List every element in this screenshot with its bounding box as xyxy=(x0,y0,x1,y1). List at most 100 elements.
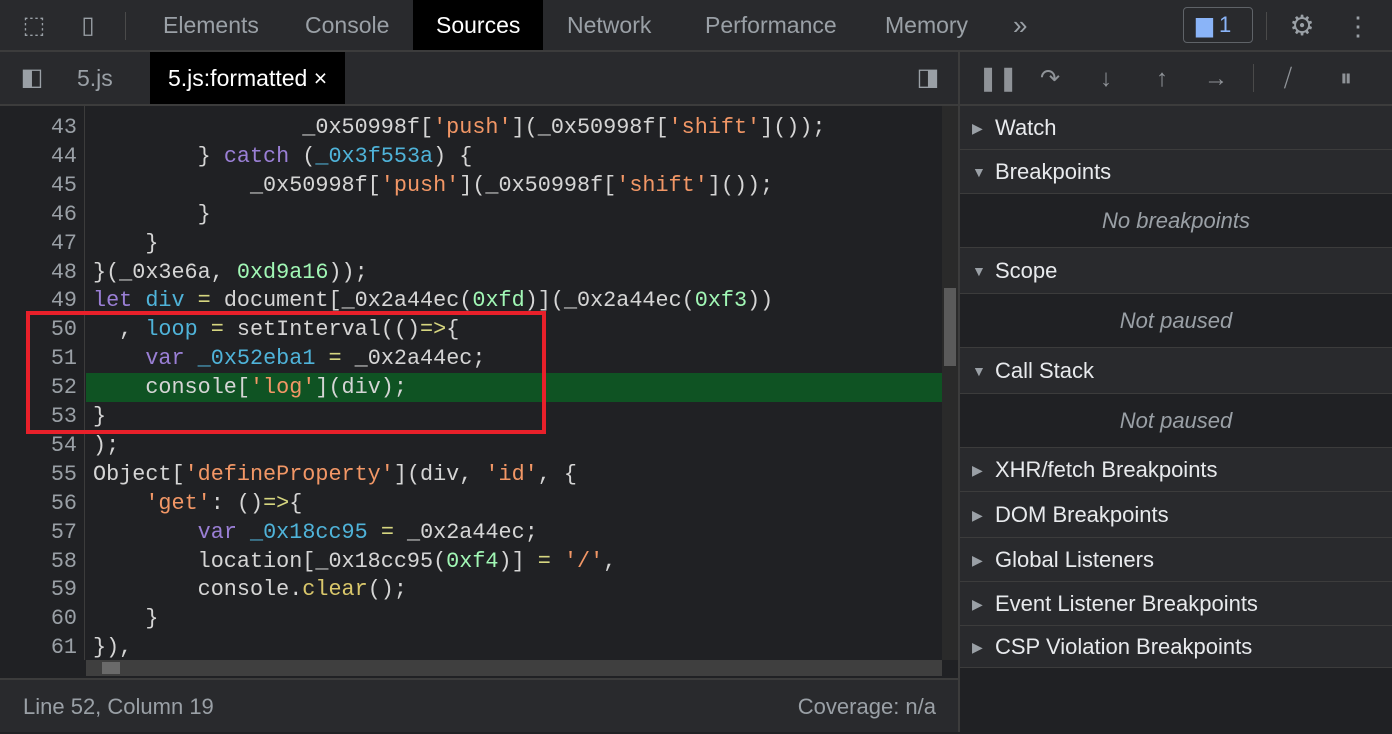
tab-network[interactable]: Network xyxy=(544,0,674,50)
pause-on-exceptions-icon[interactable]: ⏸ xyxy=(1330,63,1362,95)
step-into-icon[interactable]: ↓ xyxy=(1090,63,1122,95)
section-scope[interactable]: ▼ Scope xyxy=(960,248,1392,294)
code-token: clear xyxy=(302,577,368,603)
code-text: } xyxy=(86,604,942,633)
section-label: Watch xyxy=(995,115,1057,140)
step-out-icon[interactable]: ↑ xyxy=(1146,63,1178,95)
line-number[interactable]: 46 xyxy=(0,200,77,229)
code-line[interactable]: 60 } xyxy=(0,604,942,633)
code-line[interactable]: 45 _0x50998f['push'](_0x50998f['shift'](… xyxy=(0,171,942,200)
section-call-stack[interactable]: ▼ Call Stack xyxy=(960,348,1392,394)
code-token: } xyxy=(93,606,159,632)
messages-button[interactable]: ▆ 1 xyxy=(1183,7,1253,43)
line-number[interactable]: 57 xyxy=(0,518,77,547)
code-line[interactable]: 58 location[_0x18cc95(0xf4)] = '/', xyxy=(0,547,942,576)
more-tabs-button[interactable]: » xyxy=(990,0,1050,50)
section-event-listener-breakpoints[interactable]: ▶ Event Listener Breakpoints xyxy=(960,582,1392,626)
deactivate-breakpoints-icon[interactable]: ⧸ xyxy=(1272,63,1304,95)
cursor-position: Line 52, Column 19 xyxy=(23,694,214,719)
code-text: }), xyxy=(86,633,942,660)
code-line[interactable]: 59 console.clear(); xyxy=(0,575,942,604)
section-xhr-fetch-breakpoints[interactable]: ▶ XHR/fetch Breakpoints xyxy=(960,448,1392,492)
tab-performance[interactable]: Performance xyxy=(682,0,860,50)
code-token: 0xd9a16 xyxy=(236,259,329,285)
toggle-navigator-icon[interactable]: ◧ xyxy=(16,62,48,94)
code-token: 'shift' xyxy=(668,115,761,140)
code-token: 'push' xyxy=(380,172,460,198)
pause-icon[interactable]: ❚❚ xyxy=(978,63,1018,95)
line-number[interactable]: 44 xyxy=(0,142,77,171)
code-line[interactable]: 54); xyxy=(0,431,942,460)
line-number[interactable]: 56 xyxy=(0,489,77,518)
line-number[interactable]: 55 xyxy=(0,460,77,489)
inspect-element-icon[interactable]: ⬚ xyxy=(18,10,50,42)
code-token: ); xyxy=(93,432,120,458)
section-label: Breakpoints xyxy=(995,159,1112,184)
step-over-icon[interactable]: ↷ xyxy=(1034,63,1066,95)
code-token: 'defineProperty' xyxy=(184,461,394,487)
triangle-right-icon: ▶ xyxy=(972,552,983,568)
section-global-listeners[interactable]: ▶ Global Listeners xyxy=(960,538,1392,582)
code-token: ) { xyxy=(433,143,473,169)
empty-message: No breakpoints xyxy=(960,194,1392,248)
triangle-right-icon: ▶ xyxy=(972,507,983,523)
line-number[interactable]: 59 xyxy=(0,575,77,604)
more-options-icon[interactable]: ⋮ xyxy=(1342,10,1374,42)
file-tabs-bar: ◧ 5.js 5.js:formatted × ◨ xyxy=(0,52,960,106)
code-text: } xyxy=(86,200,942,229)
code-token: location[_0x18cc95( xyxy=(93,548,447,574)
code-token: 'get' xyxy=(145,490,211,516)
horizontal-scrollbar[interactable] xyxy=(86,660,942,676)
code-token: ]()); xyxy=(707,172,774,198)
code-token: _0x2a44ec; xyxy=(393,519,538,545)
scroll-thumb[interactable] xyxy=(102,662,120,674)
code-line[interactable]: 47 } xyxy=(0,229,942,258)
tab-sources[interactable]: Sources xyxy=(413,0,544,50)
line-number[interactable]: 54 xyxy=(0,431,77,460)
device-toolbar-icon[interactable]: ▯ xyxy=(72,10,104,42)
section-csp-violation-breakpoints[interactable]: ▶ CSP Violation Breakpoints xyxy=(960,626,1392,668)
code-line[interactable]: 61}), xyxy=(0,633,942,660)
section-dom-breakpoints[interactable]: ▶ DOM Breakpoints xyxy=(960,492,1392,538)
code-line[interactable]: 57 var _0x18cc95 = _0x2a44ec; xyxy=(0,518,942,547)
section-breakpoints[interactable]: ▼ Breakpoints xyxy=(960,150,1392,194)
line-number[interactable]: 48 xyxy=(0,258,77,287)
empty-message: Not paused xyxy=(960,394,1392,448)
section-label: DOM Breakpoints xyxy=(995,502,1169,527)
step-icon[interactable]: → xyxy=(1200,63,1232,95)
code-token: 'shift' xyxy=(616,172,708,198)
code-token: { xyxy=(289,490,303,516)
toggle-debugger-icon[interactable]: ◨ xyxy=(912,62,944,94)
line-number[interactable]: 58 xyxy=(0,547,77,576)
code-token: ](_0x50998f[ xyxy=(459,172,617,198)
code-line[interactable]: 56 'get': ()=>{ xyxy=(0,489,942,518)
file-tab-5js-formatted[interactable]: 5.js:formatted × xyxy=(150,52,346,104)
tab-memory[interactable]: Memory xyxy=(862,0,991,50)
code-line[interactable]: 43 _0x50998f['push'](_0x50998f['shift'](… xyxy=(0,113,942,142)
file-tab-5js[interactable]: 5.js xyxy=(77,52,113,104)
line-number[interactable]: 47 xyxy=(0,229,77,258)
tab-elements[interactable]: Elements xyxy=(140,0,282,50)
code-token: )] xyxy=(498,548,525,574)
gear-icon[interactable]: ⚙ xyxy=(1286,10,1318,42)
section-watch[interactable]: ▶ Watch xyxy=(960,106,1392,150)
code-token: }), xyxy=(93,635,133,660)
code-line[interactable]: 48}(_0x3e6a, 0xd9a16)); xyxy=(0,258,942,287)
line-number[interactable]: 45 xyxy=(0,171,77,200)
code-line[interactable]: 44 } catch (_0x3f553a) { xyxy=(0,142,942,171)
vertical-scrollbar[interactable] xyxy=(942,106,958,660)
code-line[interactable]: 46 } xyxy=(0,200,942,229)
close-icon[interactable]: × xyxy=(314,65,327,91)
code-token: 'id' xyxy=(485,461,538,487)
triangle-right-icon: ▶ xyxy=(972,596,983,612)
code-line[interactable]: 55 Object['defineProperty'](div, 'id', { xyxy=(0,460,942,489)
scroll-thumb[interactable] xyxy=(944,288,956,366)
tab-console[interactable]: Console xyxy=(282,0,412,50)
line-number[interactable]: 60 xyxy=(0,604,77,633)
line-number[interactable]: 43 xyxy=(0,113,77,142)
line-number[interactable]: 61 xyxy=(0,633,77,660)
code-text: var _0x18cc95 = _0x2a44ec; xyxy=(86,518,942,547)
code-token: ]()); xyxy=(760,115,826,140)
section-label: Scope xyxy=(995,258,1058,283)
